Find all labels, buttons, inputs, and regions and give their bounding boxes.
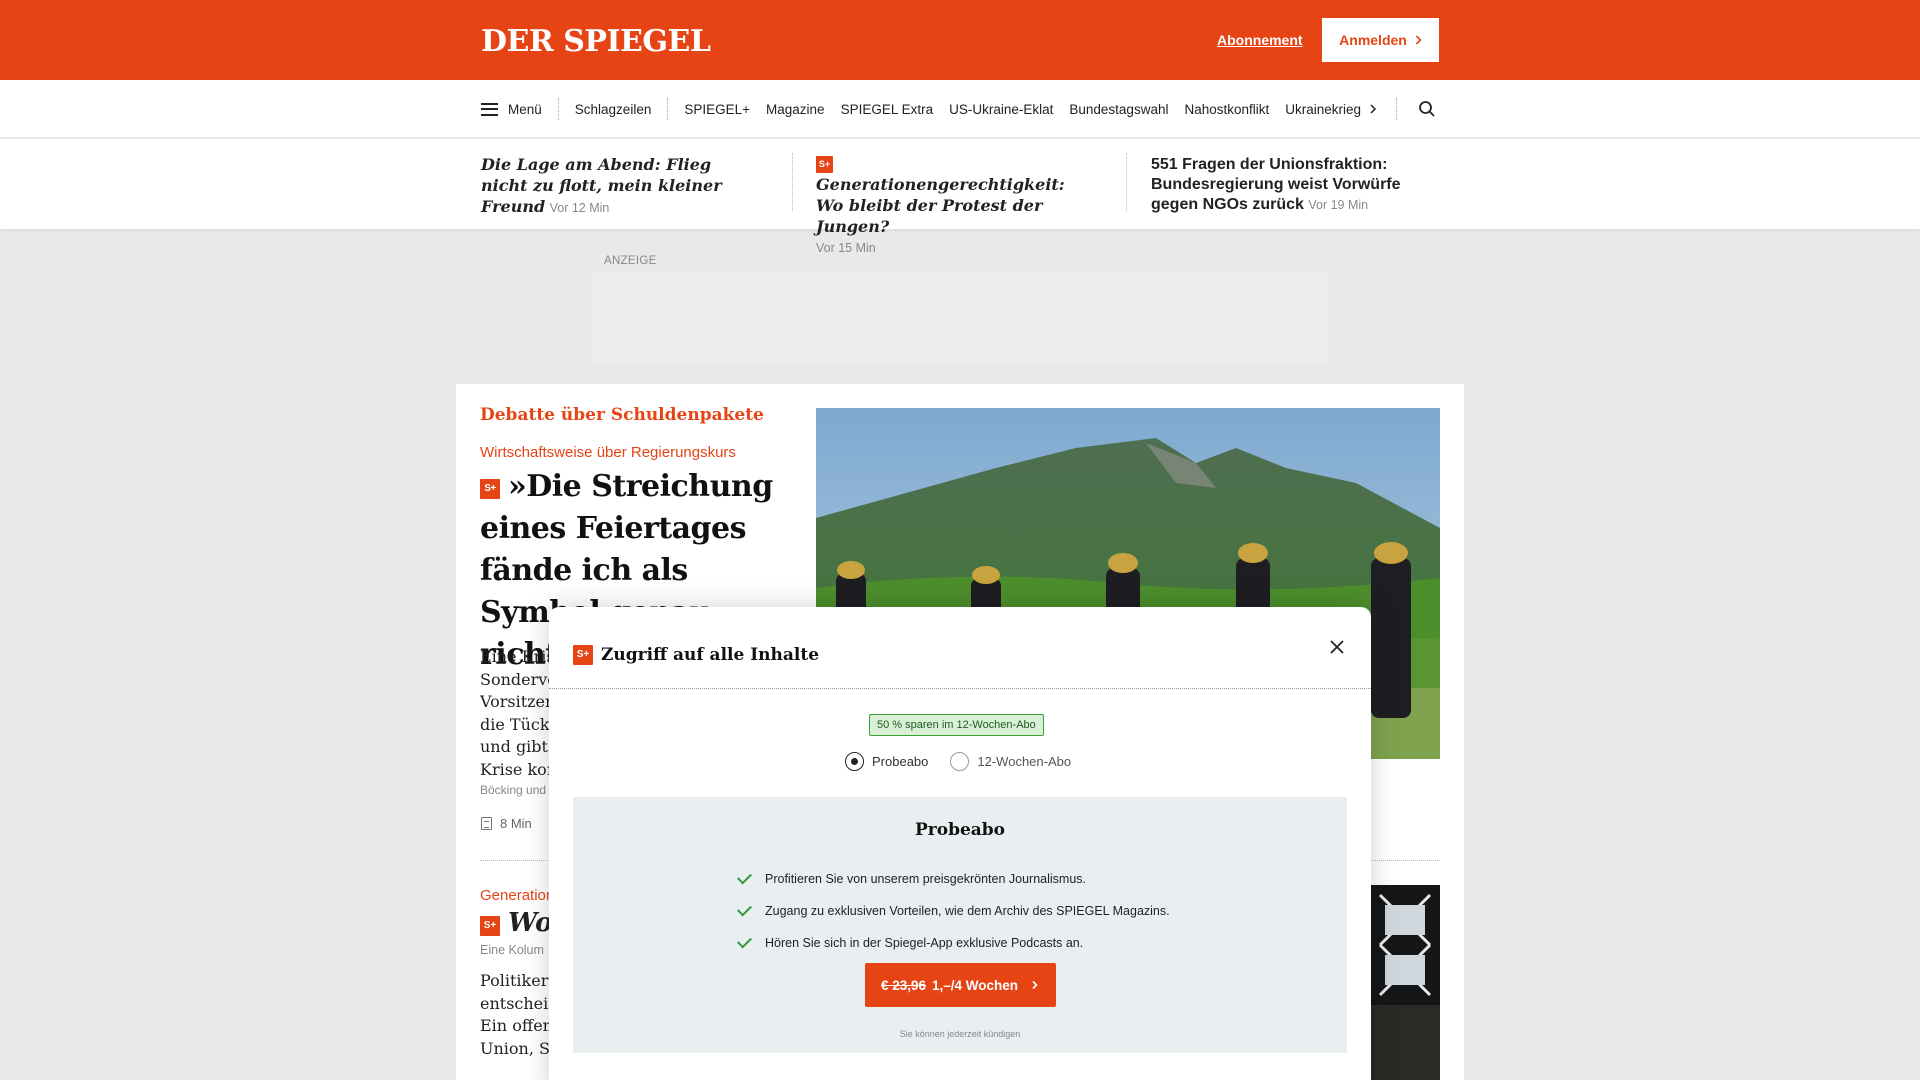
logo[interactable]: DER SPIEGEL: [481, 24, 711, 59]
spiegel-plus-icon: S+: [816, 156, 833, 173]
nav-item-spiegel-extra[interactable]: SPIEGEL Extra: [833, 102, 942, 117]
main-nav: Menü Schlagzeilen SPIEGEL+ Magazine SPIE…: [0, 80, 1920, 138]
close-icon[interactable]: [1326, 636, 1348, 658]
modal-title-text: Zugriff auf alle Inhalte: [601, 645, 820, 665]
article-headline[interactable]: S+ Wo: [480, 908, 552, 938]
teaser-line: Krise kom: [480, 759, 560, 779]
option-label: 12-Wochen-Abo: [977, 754, 1072, 769]
article-kicker[interactable]: Generation: [480, 887, 554, 904]
teaser-line: die Tücke: [480, 714, 560, 734]
bridge-photo: [1370, 885, 1440, 1080]
modal-title: S+ Zugriff auf alle Inhalte: [573, 645, 819, 665]
option-probeabo[interactable]: Probeabo: [845, 752, 928, 771]
ad-slot: [592, 272, 1328, 364]
teaser-age: Vor 19 Min: [1308, 198, 1369, 212]
benefit-item: Zugang zu exklusiven Vorteilen, wie dem …: [737, 895, 1170, 927]
article-teaser-text: Eine Krise Sonderve Vorsitzen die Tücke …: [480, 646, 560, 781]
teaser-divider: [1126, 153, 1127, 211]
chevron-right-icon[interactable]: [1368, 99, 1378, 119]
nav-item-us-ukraine-eklat[interactable]: US-Ukraine-Eklat: [941, 102, 1061, 117]
plan-title: Probeabo: [914, 820, 1006, 840]
top-header: DER SPIEGEL Abonnement Anmelden: [0, 0, 1920, 80]
spiegel-plus-icon: S+: [480, 479, 500, 499]
article-kicker[interactable]: Debatte über Schuldenpakete: [480, 405, 764, 425]
menu-label: Menü: [508, 101, 542, 117]
login-button-label: Anmelden: [1339, 32, 1407, 48]
savings-badge: 50 % sparen im 12-Wochen-Abo: [869, 714, 1044, 736]
abonnement-link[interactable]: Abonnement: [1217, 32, 1303, 48]
hamburger-icon: [481, 102, 498, 116]
teaser-line: Politiker u: [480, 971, 550, 990]
teaser-age: Vor 15 Min: [816, 241, 876, 255]
nav-item-spiegel-plus[interactable]: SPIEGEL+: [668, 102, 758, 117]
teaser-age: Vor 12 Min: [549, 201, 610, 215]
teaser-line: Ein offene: [480, 1016, 550, 1035]
read-time-label: 8 Min: [500, 816, 532, 831]
chevron-right-icon: [1032, 980, 1038, 990]
radio-unchecked-icon: [950, 752, 970, 771]
modal-divider: [549, 688, 1371, 689]
benefit-item: Hören Sie sich in der Spiegel-App exklus…: [737, 927, 1170, 959]
chevron-right-icon: [1415, 35, 1422, 45]
teaser-item[interactable]: S+ Generationengerechtigkeit: Wo bleibt d…: [816, 155, 1086, 258]
nav-item-bundestagswahl[interactable]: Bundestagswahl: [1061, 102, 1176, 117]
subscription-modal: S+ Zugriff auf alle Inhalte 50 % sparen …: [549, 607, 1371, 1080]
article-headline-text: Wo: [508, 908, 553, 938]
plan-options: Probeabo 12-Wochen-Abo: [845, 752, 1071, 771]
teaser-item[interactable]: Die Lage am Abend: Flieg nicht zu flott,…: [481, 155, 761, 218]
old-price: € 23,96: [880, 977, 926, 993]
search-icon[interactable]: [1418, 100, 1436, 118]
teaser-line: Eine Krise: [480, 647, 560, 666]
teaser-line: Sonderve: [480, 669, 557, 689]
document-icon: [481, 817, 492, 830]
read-time: 8 Min: [481, 816, 532, 831]
nav-item-nahostkonflikt[interactable]: Nahostkonflikt: [1176, 102, 1277, 117]
teaser-line: und gibt T: [480, 737, 560, 756]
option-label: Probeabo: [872, 754, 929, 769]
article-image[interactable]: [1370, 885, 1440, 1080]
benefit-item: Profitieren Sie von unserem preisgekrönt…: [737, 863, 1170, 895]
article-subkicker[interactable]: Wirtschaftsweise über Regierungskurs: [480, 444, 736, 461]
benefit-text: Zugang zu exklusiven Vorteilen, wie dem …: [765, 904, 1170, 918]
nav-divider: [1396, 98, 1397, 120]
teaser-line: Vorsitzen: [480, 692, 556, 711]
plan-details: Probeabo Profitieren Sie von unserem pre…: [573, 797, 1347, 1053]
login-button[interactable]: Anmelden: [1322, 18, 1439, 62]
benefit-text: Hören Sie sich in der Spiegel-App exklus…: [765, 936, 1084, 950]
nav-item-ukrainekrieg[interactable]: Ukrainekrieg: [1277, 102, 1369, 117]
benefit-text: Profitieren Sie von unserem preisgekrönt…: [765, 872, 1086, 886]
teaser-item[interactable]: 551 Fragen der Unionsfraktion: Bundesreg…: [1151, 155, 1441, 215]
spiegel-plus-icon: S+: [573, 645, 593, 665]
spiegel-plus-icon: S+: [480, 916, 500, 936]
ad-label: ANZEIGE: [604, 255, 657, 267]
new-price: 1,–/4 Wochen: [932, 977, 1019, 993]
teaser-title: Generationengerechtigkeit: Wo bleibt der…: [816, 175, 1065, 236]
nav-item-magazine[interactable]: Magazine: [758, 102, 833, 117]
option-12-wochen-abo[interactable]: 12-Wochen-Abo: [950, 752, 1071, 771]
checkmark-icon: [737, 869, 752, 885]
article-teaser-text: Politiker u entscheid Ein offene Union, …: [480, 970, 550, 1060]
cancel-note: Sie können jederzeit kündigen: [899, 1029, 1021, 1039]
checkmark-icon: [737, 933, 752, 949]
checkmark-icon: [737, 901, 752, 917]
subscribe-button[interactable]: € 23,96 1,–/4 Wochen: [865, 963, 1056, 1007]
latest-teasers: Die Lage am Abend: Flieg nicht zu flott,…: [0, 139, 1920, 255]
article-author: Böcking und: [480, 783, 547, 797]
nav-item-schlagzeilen[interactable]: Schlagzeilen: [559, 102, 668, 117]
menu-button[interactable]: Menü: [481, 102, 558, 117]
teaser-divider: [792, 153, 793, 211]
radio-checked-icon: [845, 752, 864, 771]
benefit-list: Profitieren Sie von unserem preisgekrönt…: [737, 863, 1170, 959]
teaser-line: entscheid: [480, 993, 550, 1013]
teaser-line: Union, SP: [480, 1038, 550, 1058]
article-subline: Eine Kolum: [480, 943, 544, 957]
